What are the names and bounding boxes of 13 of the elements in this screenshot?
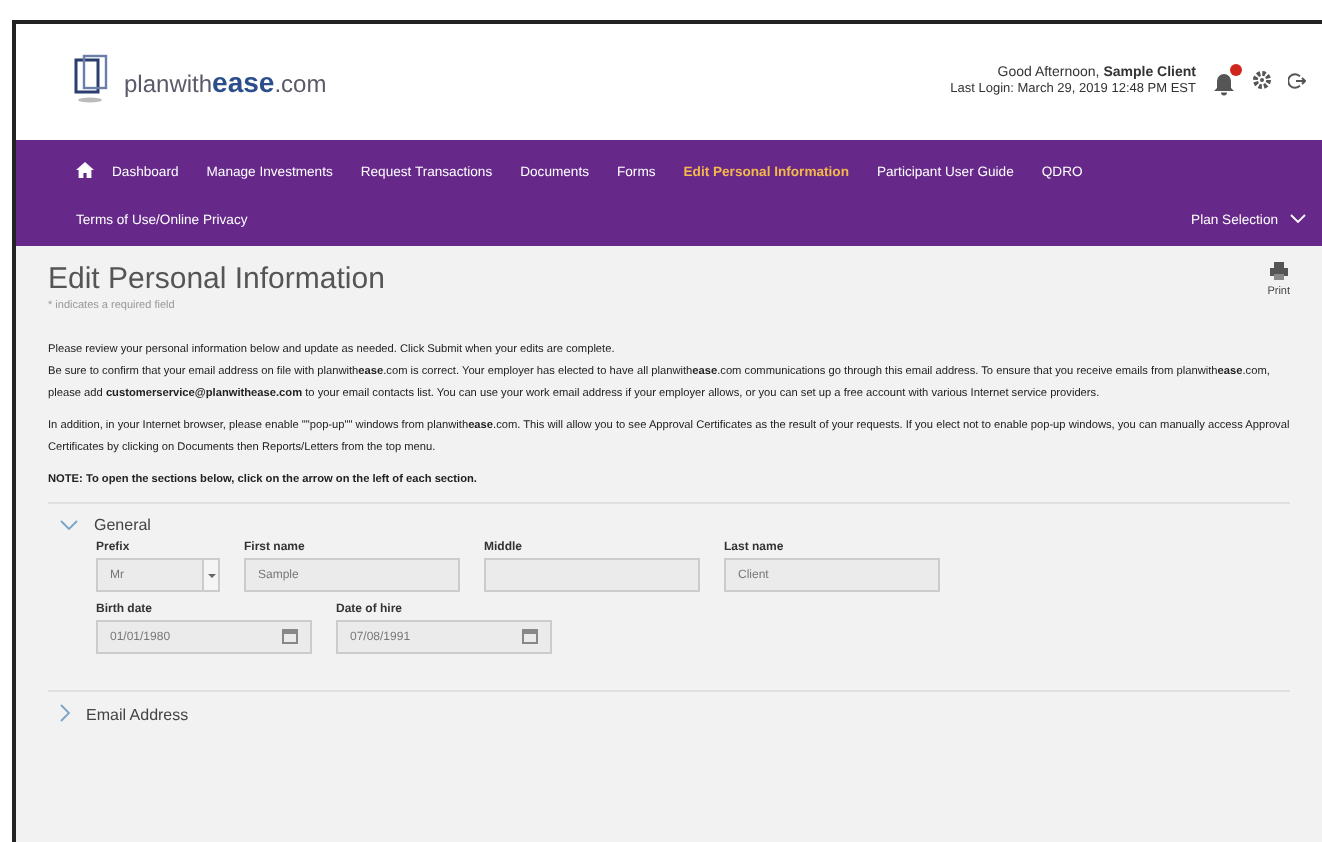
input-field[interactable] (484, 558, 700, 593)
section-title: General (94, 516, 151, 535)
section-title: Email Address (86, 706, 189, 725)
logo-text: planwithease.com (124, 66, 327, 98)
calendar-icon[interactable] (282, 627, 298, 648)
bell-icon[interactable] (1212, 70, 1236, 94)
printer-icon (1269, 262, 1288, 284)
dropdown-button[interactable] (202, 560, 218, 591)
page-title: Edit Personal Information (48, 262, 385, 296)
caret-icon (207, 573, 215, 578)
calendar-icon[interactable] (522, 627, 538, 648)
chevron-down-icon (1290, 214, 1306, 228)
home-icon[interactable] (76, 162, 94, 182)
